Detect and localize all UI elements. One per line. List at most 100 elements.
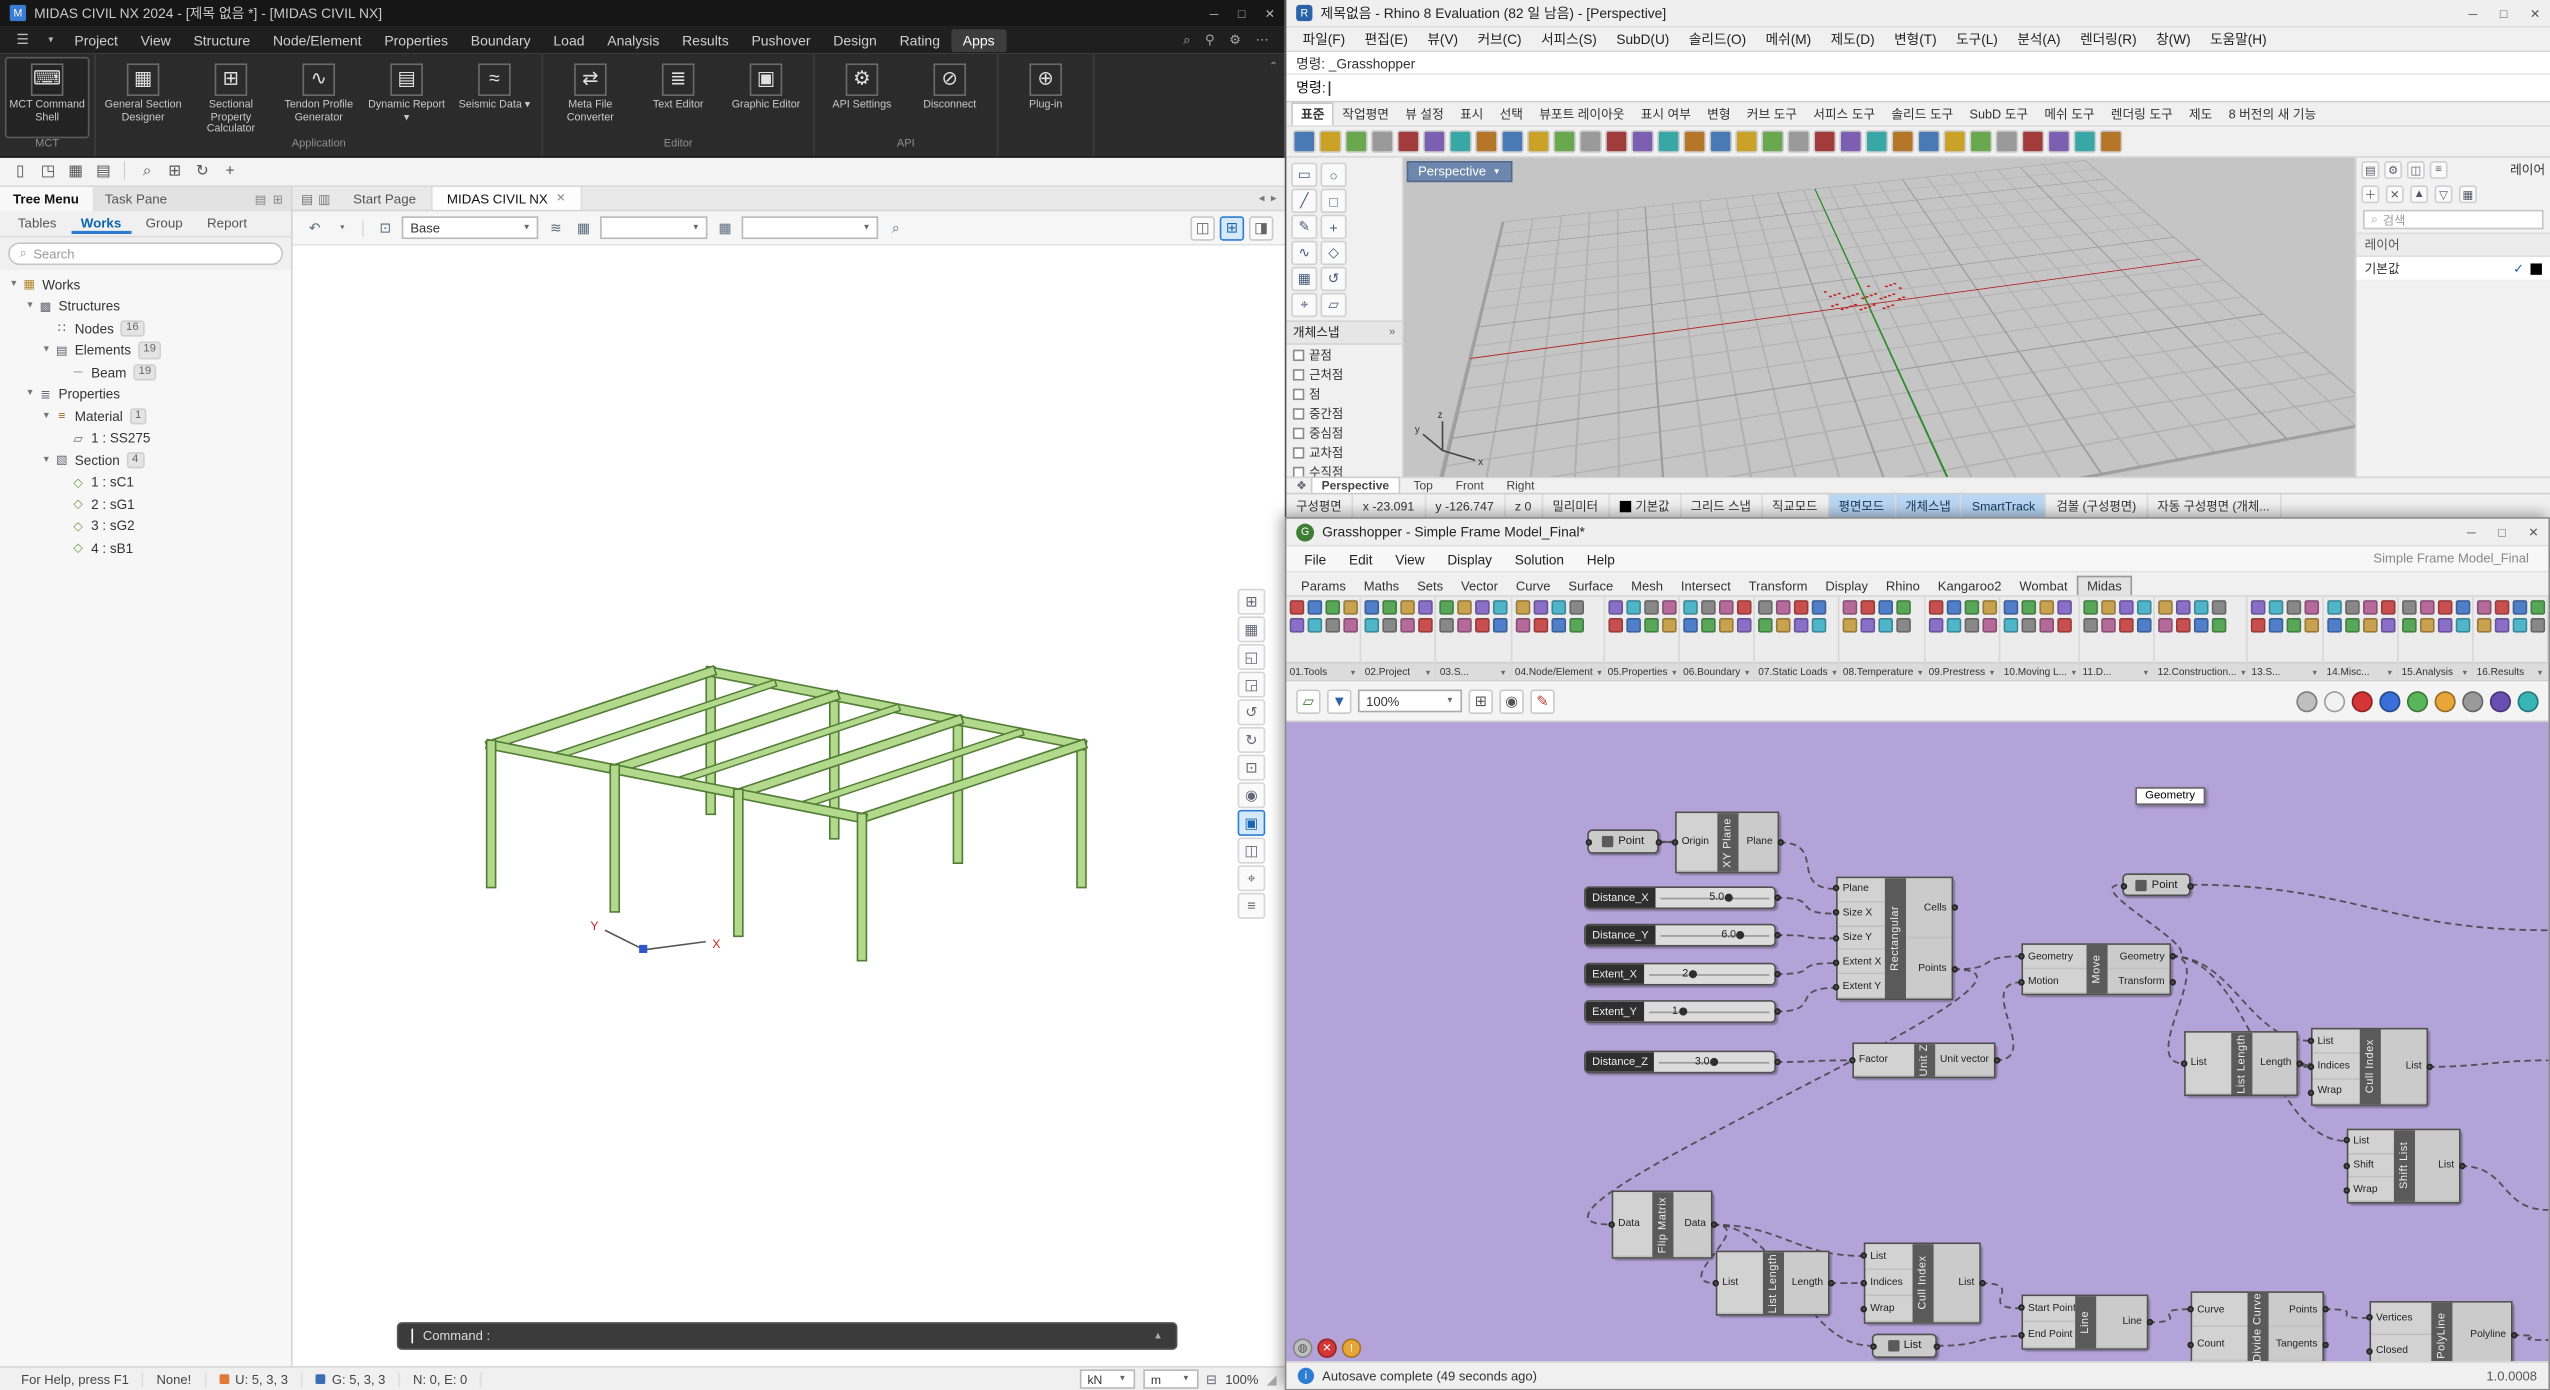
rhino-menu-item[interactable]: 도구(L)	[1946, 29, 2007, 49]
gh-component-icon[interactable]	[2136, 600, 2151, 615]
rhino-toolbar-tab[interactable]: 솔리드 도구	[1883, 103, 1961, 124]
tree-item[interactable]: ▼≡Material1	[0, 405, 291, 427]
tree-item[interactable]: ∷Nodes16	[0, 317, 291, 339]
output-port[interactable]	[2510, 1331, 2517, 1338]
gh-component-icon[interactable]	[2158, 600, 2173, 615]
toolbar-icon[interactable]	[1475, 130, 1498, 153]
rhino-toolbar-tab[interactable]: 작업평면	[1334, 103, 1397, 124]
gh-component-icon[interactable]	[2512, 600, 2527, 615]
tree-item[interactable]: ◇1 : sC1	[0, 471, 291, 493]
rhino-toolbar-tab[interactable]: 렌더링 도구	[2103, 103, 2181, 124]
gh-component-icon[interactable]	[2402, 618, 2417, 633]
side-tool-icon[interactable]: ▭	[1291, 163, 1317, 187]
layer-icon[interactable]: ▦	[714, 219, 735, 237]
force-unit-select[interactable]: kN▼	[1079, 1369, 1134, 1389]
viewport-tool-icon[interactable]: ◉	[1238, 782, 1266, 808]
gh-node-divide-curve[interactable]: CurveCountDivide CurvePointsTangents	[2191, 1291, 2324, 1363]
rhino-menu-item[interactable]: 편집(E)	[1355, 29, 1418, 49]
status-toggle[interactable]: 자동 구성평면 (개체...	[2148, 494, 2281, 517]
toolbar-icon[interactable]	[2021, 130, 2044, 153]
tree-item[interactable]: ◇3 : sG2	[0, 515, 291, 537]
command-collapse-icon[interactable]: ▲	[1153, 1331, 1163, 1341]
ribbon-button[interactable]: ⊞Sectional Property Calculator	[189, 57, 274, 138]
grid-icon[interactable]: ▦	[573, 219, 594, 237]
input-port[interactable]	[2187, 1341, 2194, 1348]
osnap-checkbox[interactable]	[1293, 388, 1304, 399]
rhino-menu-item[interactable]: 창(W)	[2146, 29, 2200, 49]
status-toggle[interactable]: 검볼 (구성평면)	[2047, 494, 2148, 517]
osnap-checkbox[interactable]	[1293, 349, 1304, 360]
output-port[interactable]	[2458, 1162, 2465, 1169]
toolbar-icon[interactable]	[1787, 130, 1810, 153]
output-port[interactable]	[2322, 1341, 2329, 1348]
gh-component-icon[interactable]	[2100, 600, 2115, 615]
gh-component-icon[interactable]	[2530, 600, 2545, 615]
gh-node-cull-index[interactable]: ListIndicesWrapCull IndexList	[2311, 1028, 2428, 1106]
ribbon-button[interactable]: ≣Text Editor	[636, 57, 721, 138]
side-tool-icon[interactable]: +	[1321, 215, 1347, 239]
status-toggle[interactable]: 개체스냅	[1896, 494, 1963, 517]
side-tool-icon[interactable]: ✎	[1291, 215, 1317, 239]
viewport-title-tab[interactable]: Perspective▼	[1407, 161, 1512, 182]
gh-node-flip-matrix[interactable]: DataFlip MatrixData	[1612, 1190, 1713, 1258]
tree-item[interactable]: ◇4 : sB1	[0, 537, 291, 559]
output-port[interactable]	[2322, 1305, 2329, 1312]
osnap-checkbox[interactable]	[1293, 407, 1304, 418]
gh-component-icon[interactable]	[2040, 618, 2055, 633]
tree-item[interactable]: ▼▩Structures	[0, 295, 291, 317]
status-toggle[interactable]: 그리드 스냅	[1681, 494, 1762, 517]
document-tab[interactable]: MIDAS CIVIL NX✕	[432, 187, 581, 210]
slider-track[interactable]: 3.0	[1655, 1052, 1775, 1072]
preview-mode-icon[interactable]	[2324, 690, 2345, 711]
gh-node-list-length[interactable]: ListList LengthLength	[2184, 1031, 2298, 1096]
unit-settings-icon[interactable]: ⊟	[1206, 1372, 1217, 1387]
gh-menu-item[interactable]: File	[1293, 551, 1338, 567]
gh-node-point[interactable]: Point	[1587, 829, 1659, 853]
new-icon[interactable]: ▯	[10, 161, 31, 182]
gh-component-icon[interactable]	[2530, 618, 2545, 633]
gh-component-icon[interactable]	[1325, 600, 1340, 615]
gh-category-tab[interactable]: Vector	[1453, 577, 1506, 595]
layer-search-input[interactable]: ⌕ 검색	[2363, 210, 2544, 230]
viewport-tool-icon[interactable]: ◲	[1238, 672, 1266, 698]
paint-icon[interactable]: ✎	[1530, 689, 1554, 713]
layer-up-icon[interactable]: ▲	[2410, 185, 2428, 203]
gh-component-icon[interactable]	[1879, 600, 1894, 615]
toolbar-icon[interactable]	[1631, 130, 1654, 153]
tree-item[interactable]: ◇2 : sG1	[0, 493, 291, 515]
gh-component-icon[interactable]	[1533, 618, 1548, 633]
tree-item[interactable]: ▼▧Section4	[0, 449, 291, 471]
toolbar-icon[interactable]	[1397, 130, 1420, 153]
layer-down-icon[interactable]: ▽	[2435, 185, 2453, 203]
toolbar-icon[interactable]	[2048, 130, 2071, 153]
gh-component-icon[interactable]	[1569, 618, 1584, 633]
ribbon-button[interactable]: ⇄Meta File Converter	[548, 57, 633, 138]
toolbar-icon[interactable]	[1995, 130, 2018, 153]
input-port[interactable]	[1860, 1252, 1867, 1259]
viewport-tool-icon[interactable]: ⌖	[1238, 865, 1266, 891]
gh-component-icon[interactable]	[1401, 600, 1416, 615]
output-port[interactable]	[1773, 931, 1780, 938]
ribbon-button[interactable]: ⚙API Settings	[820, 57, 905, 138]
toolbar-icon[interactable]	[1943, 130, 1966, 153]
zoom-search-icon[interactable]: ⌕	[885, 219, 906, 237]
input-port[interactable]	[1608, 1221, 1615, 1228]
toolbar-icon[interactable]	[1501, 130, 1524, 153]
gh-category-tab[interactable]: Curve	[1508, 577, 1559, 595]
slider-knob[interactable]	[1725, 894, 1733, 902]
gh-category-tab[interactable]: Maths	[1356, 577, 1408, 595]
gh-component-icon[interactable]	[1626, 618, 1641, 633]
preview-mode-icon[interactable]	[2352, 690, 2373, 711]
gh-group-label[interactable]: 09.Prestress▼	[1925, 662, 1998, 680]
gh-category-tab[interactable]: Kangaroo2	[1930, 577, 2010, 595]
gh-category-tab[interactable]: Transform	[1741, 577, 1816, 595]
gh-component-icon[interactable]	[2495, 618, 2510, 633]
toolbar-icon[interactable]	[2100, 130, 2123, 153]
gh-component-icon[interactable]	[1515, 600, 1530, 615]
gh-component-icon[interactable]	[2344, 600, 2359, 615]
panel-pin-icon[interactable]: ⊞	[273, 192, 283, 207]
toolbar-icon[interactable]	[1839, 130, 1862, 153]
gh-component-icon[interactable]	[1982, 618, 1997, 633]
gh-component-icon[interactable]	[1476, 618, 1491, 633]
gh-component-icon[interactable]	[1308, 600, 1323, 615]
